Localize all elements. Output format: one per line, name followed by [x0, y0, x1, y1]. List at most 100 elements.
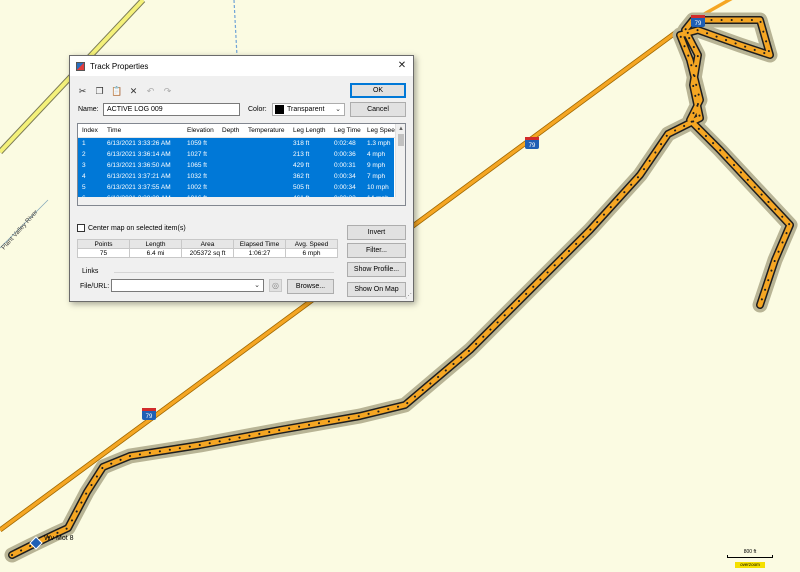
cut-icon[interactable]: ✂: [77, 86, 88, 97]
stat-points: 75: [77, 248, 130, 258]
interstate-shield: 79: [691, 15, 705, 27]
stat-header: Area: [181, 239, 234, 249]
track-stats: Points Length Area Elapsed Time Avg. Spe…: [77, 239, 338, 258]
dialog-toolbar: ✂ ❐ 📋 ✕ ↶ ↷: [77, 85, 173, 97]
stat-header: Length: [129, 239, 182, 249]
table-row[interactable]: 1 6/13/2021 3:33:26 AM 1059 ft 318 ft 0:…: [78, 138, 394, 149]
column-header[interactable]: Elevation: [187, 124, 214, 138]
scale-bar: [727, 555, 773, 558]
cell-elevation: 1002 ft: [187, 184, 207, 191]
cell-elevation: 1027 ft: [187, 151, 207, 158]
cell-leg-speed: 10 mph: [367, 184, 389, 191]
cell-leg-length: 362 ft: [293, 173, 310, 180]
checkbox-box[interactable]: [77, 224, 85, 232]
chevron-down-icon: ⌄: [335, 106, 341, 113]
cell-index: 1: [82, 140, 86, 147]
copy-icon[interactable]: ❐: [94, 86, 105, 97]
resize-grip-icon[interactable]: ⋰: [405, 292, 412, 300]
ok-button[interactable]: OK: [350, 83, 406, 98]
scroll-thumb[interactable]: [398, 134, 404, 146]
close-icon[interactable]: ✕: [395, 59, 409, 72]
interstate-shield: 79: [525, 137, 539, 149]
shield-number: 79: [529, 143, 536, 149]
vertical-scrollbar[interactable]: ▲ ▼: [395, 124, 405, 205]
column-header[interactable]: Temperature: [248, 124, 285, 138]
links-divider: [114, 272, 334, 273]
stat-area: 205372 sq ft: [181, 248, 234, 258]
table-row[interactable]: 3 6/13/2021 3:36:50 AM 1065 ft 429 ft 0:…: [78, 160, 394, 171]
cell-leg-time: 0:00:36: [334, 151, 356, 158]
stat-elapsed-time: 1:06:27: [233, 248, 286, 258]
stat-avg-speed: 6 mph: [285, 248, 338, 258]
cell-leg-speed: 9 mph: [367, 162, 386, 169]
show-on-map-button[interactable]: Show On Map: [347, 282, 406, 297]
cell-index: 4: [82, 173, 86, 180]
column-header[interactable]: Index: [82, 124, 98, 138]
stat-length: 6.4 mi: [129, 248, 182, 258]
invert-button[interactable]: Invert: [347, 225, 406, 240]
stat-header: Avg. Speed: [285, 239, 338, 249]
cancel-button[interactable]: Cancel: [350, 102, 406, 117]
url-field[interactable]: ⌄: [111, 279, 264, 292]
dialog-titlebar[interactable]: Track Properties ✕: [70, 56, 413, 76]
color-label: Color:: [248, 106, 267, 113]
cell-index: 5: [82, 184, 86, 191]
chevron-down-icon[interactable]: ⌄: [254, 281, 260, 289]
show-profile-button[interactable]: Show Profile...: [347, 262, 406, 277]
table-header: Index Time Elevation Depth Temperature L…: [78, 124, 405, 138]
cell-leg-speed: 7 mph: [367, 173, 386, 180]
interstate-shield: 79: [142, 408, 156, 420]
cell-index: 3: [82, 162, 86, 169]
column-header[interactable]: Depth: [222, 124, 239, 138]
cell-leg-length: 318 ft: [293, 140, 310, 147]
cell-leg-length: 429 ft: [293, 162, 310, 169]
globe-icon[interactable]: ◎: [269, 279, 282, 292]
name-field[interactable]: ACTIVE LOG 009: [103, 103, 240, 116]
color-select[interactable]: Transparent ⌄: [272, 103, 345, 116]
cell-leg-length: 505 ft: [293, 184, 310, 191]
road-label: Plant Valley River: [0, 208, 40, 251]
column-header[interactable]: Leg Length: [293, 124, 326, 138]
track-properties-dialog: Track Properties ✕ ✂ ❐ 📋 ✕ ↶ ↷ OK Cancel…: [69, 55, 414, 302]
paste-icon[interactable]: 📋: [111, 86, 122, 97]
undo-icon[interactable]: ↶: [145, 86, 156, 97]
app-icon: [76, 61, 85, 71]
color-value: Transparent: [287, 106, 325, 113]
map-scale: 800 ft overzoom: [727, 549, 773, 568]
table-row[interactable]: 2 6/13/2021 3:36:14 AM 1027 ft 213 ft 0:…: [78, 149, 394, 160]
cell-leg-time: 0:00:34: [334, 173, 356, 180]
cell-leg-speed: 4 mph: [367, 151, 386, 158]
name-label: Name:: [78, 106, 99, 113]
stream: [233, 0, 238, 57]
cell-time: 6/13/2021 3:37:21 AM: [107, 173, 171, 180]
cell-leg-time: 0:02:48: [334, 140, 356, 147]
filter-button[interactable]: Filter...: [347, 243, 406, 258]
center-map-checkbox[interactable]: Center map on selected item(s): [77, 224, 186, 232]
color-swatch: [275, 105, 284, 114]
horizontal-scrollbar[interactable]: [78, 197, 405, 205]
cell-elevation: 1032 ft: [187, 173, 207, 180]
track-points-table[interactable]: Index Time Elevation Depth Temperature L…: [77, 123, 406, 206]
delete-icon[interactable]: ✕: [128, 86, 139, 97]
column-header[interactable]: Leg Speed: [367, 124, 398, 138]
zoom-indicator: overzoom: [735, 562, 765, 568]
browse-button[interactable]: Browse...: [287, 279, 334, 294]
cell-elevation: 1065 ft: [187, 162, 207, 169]
cell-time: 6/13/2021 3:37:55 AM: [107, 184, 171, 191]
table-row[interactable]: 5 6/13/2021 3:37:55 AM 1002 ft 505 ft 0:…: [78, 182, 394, 193]
column-header[interactable]: Time: [107, 124, 121, 138]
center-map-label: Center map on selected item(s): [88, 224, 186, 232]
cell-time: 6/13/2021 3:33:26 AM: [107, 140, 171, 147]
shield-number: 79: [146, 414, 153, 420]
cell-time: 6/13/2021 3:36:50 AM: [107, 162, 171, 169]
cell-time: 6/13/2021 3:36:14 AM: [107, 151, 171, 158]
url-label: File/URL:: [80, 283, 110, 290]
cell-leg-speed: 1.3 mph: [367, 140, 391, 147]
table-row[interactable]: 4 6/13/2021 3:37:21 AM 1032 ft 362 ft 0:…: [78, 171, 394, 182]
redo-icon[interactable]: ↷: [162, 86, 173, 97]
scroll-up-icon[interactable]: ▲: [396, 125, 405, 133]
links-group-label: Links: [82, 268, 99, 275]
column-header[interactable]: Leg Time: [334, 124, 361, 138]
waypoint-label: Wv Mot 8: [44, 535, 74, 542]
dialog-title: Track Properties: [90, 61, 149, 71]
